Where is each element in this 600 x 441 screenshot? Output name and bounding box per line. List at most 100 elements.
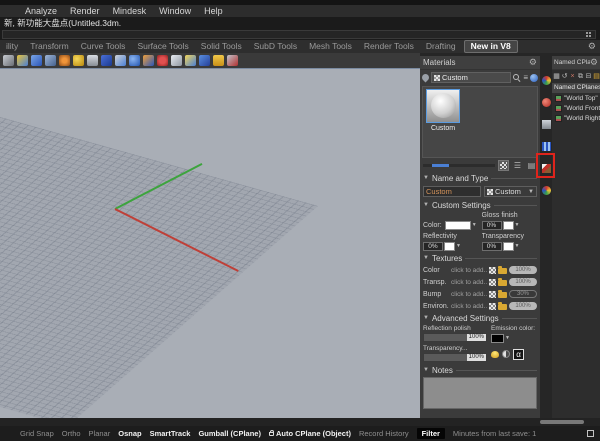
material-drop-icon[interactable] (421, 73, 431, 83)
tab-options-gear-icon[interactable]: ⚙ (588, 41, 596, 52)
statusbar-pane[interactable]: Osnap (118, 429, 141, 438)
statusbar-pane[interactable]: Gumball (CPlane) (198, 429, 261, 438)
transparency-advanced-slider[interactable]: 100% (423, 353, 487, 362)
toolbar-tab[interactable]: Render Tools (358, 41, 420, 52)
section-textures[interactable]: ▼ Textures (420, 252, 540, 264)
cplane-tool-icon[interactable]: ▦ (553, 73, 560, 80)
sphere-preview-icon[interactable] (530, 74, 538, 82)
material-sphere-icon[interactable] (542, 98, 551, 107)
toolbar-tab[interactable]: Solid Tools (195, 41, 248, 52)
toolbar-tab[interactable]: Transform (24, 41, 74, 52)
click-to-add-link[interactable]: click to add... (451, 303, 487, 310)
list-menu-icon[interactable]: ≡ (523, 74, 528, 82)
chevron-down-icon[interactable]: ▼ (515, 244, 520, 249)
toolbar-tab[interactable]: Mesh Tools (303, 41, 358, 52)
alpha-channel-button[interactable]: α (513, 349, 524, 360)
cplane-tool-icon[interactable]: × (569, 73, 576, 80)
lightbulb-icon[interactable] (491, 351, 499, 358)
toolbar-icon[interactable] (3, 55, 14, 66)
contrast-icon[interactable] (502, 350, 510, 358)
texture-checker-icon[interactable] (489, 303, 496, 310)
toolbar-icon[interactable] (101, 55, 112, 66)
statusbar-pane[interactable]: Auto CPlane (Object) (269, 429, 351, 438)
section-advanced-settings[interactable]: ▼ Advanced Settings (420, 312, 540, 324)
reflection-polish-slider[interactable]: 100% (423, 333, 487, 342)
toolbar-icon[interactable] (171, 55, 182, 66)
list-view-button[interactable]: ☰ (512, 160, 523, 171)
materials-gear-icon[interactable]: ⚙ (529, 57, 537, 68)
cplane-list-item[interactable]: "World Right" (552, 113, 600, 123)
statusbar-pane[interactable]: SmartTrack (150, 429, 191, 438)
click-to-add-link[interactable]: click to add... (451, 267, 487, 274)
toolbar-icon[interactable] (227, 55, 238, 66)
gloss-finish-spinner[interactable]: 0% (482, 221, 502, 230)
click-to-add-link[interactable]: click to add... (451, 291, 487, 298)
browse-folder-icon[interactable] (498, 280, 507, 286)
color-wheel-small-icon[interactable] (542, 186, 551, 195)
menu-item[interactable]: Analyze (25, 5, 57, 17)
toolbar-icon[interactable] (59, 55, 70, 66)
reflectivity-spinner[interactable]: 0% (423, 242, 443, 251)
statusbar-pane[interactable]: Minutes from last save: 1 (453, 429, 536, 438)
reflectivity-swatch[interactable] (444, 242, 455, 251)
perspective-viewport[interactable] (0, 68, 420, 418)
cplane-list-item[interactable]: "World Top" (552, 93, 600, 103)
toolbar-icon[interactable] (213, 55, 224, 66)
section-notes[interactable]: ▼ Notes (420, 364, 540, 376)
section-custom-settings[interactable]: ▼ Custom Settings (420, 199, 540, 211)
material-type-dropdown[interactable]: Custom ▼ (484, 186, 537, 197)
texture-checker-icon[interactable] (489, 279, 496, 286)
toolbar-icon[interactable] (17, 55, 28, 66)
statusbar-square-icon[interactable] (587, 430, 594, 437)
click-to-add-link[interactable]: click to add... (451, 279, 487, 286)
toolbar-icon[interactable] (185, 55, 196, 66)
texture-amount-button[interactable]: 100% (509, 278, 537, 286)
toolbar-icon[interactable] (45, 55, 56, 66)
toolbar-icon[interactable] (143, 55, 154, 66)
toolbar-tab[interactable]: Surface Tools (131, 41, 194, 52)
grid-view-button[interactable] (498, 160, 509, 171)
chevron-down-icon[interactable]: ▼ (472, 223, 477, 228)
statusbar-pane[interactable]: Grid Snap (20, 429, 54, 438)
ground-plane-icon[interactable] (542, 142, 551, 151)
toolbar-icon[interactable] (157, 55, 168, 66)
notes-textarea[interactable] (423, 377, 537, 409)
toolbar-icon[interactable] (73, 55, 84, 66)
color-wheel-icon[interactable] (542, 76, 551, 85)
texture-amount-button[interactable]: 30% (509, 290, 537, 298)
browse-folder-icon[interactable] (498, 304, 507, 310)
toolbar-icon[interactable] (129, 55, 140, 66)
texture-amount-button[interactable]: 100% (509, 266, 537, 274)
cplane-tool-icon[interactable]: ⊟ (585, 73, 592, 80)
display-monitor-icon[interactable] (542, 120, 551, 129)
materials-search-input[interactable]: Custom (431, 72, 511, 83)
cplane-tool-icon[interactable]: ▤ (593, 73, 600, 80)
menu-item[interactable]: Mindesk (113, 5, 147, 17)
cplane-list-item[interactable]: "World Front" (552, 103, 600, 113)
toolbar-icon[interactable] (31, 55, 42, 66)
transparency-swatch[interactable] (503, 242, 514, 251)
material-name-input[interactable]: Custom (423, 186, 481, 197)
named-cplanes-gear-icon[interactable]: ⚙ (590, 57, 598, 68)
material-thumbnail[interactable] (426, 89, 460, 123)
texture-checker-icon[interactable] (489, 291, 496, 298)
cplane-tool-icon[interactable]: ↺ (561, 73, 568, 80)
statusbar-pane[interactable]: Record History (359, 429, 409, 438)
chevron-down-icon[interactable]: ▼ (505, 336, 510, 341)
section-name-and-type[interactable]: ▼ Name and Type (420, 172, 540, 184)
toolbar-icon[interactable] (115, 55, 126, 66)
menu-item[interactable]: Window (159, 5, 191, 17)
toolbar-icon[interactable] (87, 55, 98, 66)
command-assist-icon[interactable] (586, 32, 588, 34)
diffuse-color-swatch[interactable] (445, 221, 471, 230)
scrollbar-thumb[interactable] (540, 420, 584, 424)
chevron-down-icon[interactable]: ▼ (456, 244, 461, 249)
command-input[interactable] (2, 30, 596, 39)
toolbar-tab[interactable]: ility (0, 41, 24, 52)
chevron-down-icon[interactable]: ▼ (515, 223, 520, 228)
search-icon[interactable] (513, 74, 521, 82)
texture-amount-button[interactable]: 100% (509, 302, 537, 310)
texture-checker-icon[interactable] (489, 267, 496, 274)
transparency-spinner[interactable]: 0% (482, 242, 502, 251)
thumbnail-size-slider[interactable] (423, 164, 495, 167)
